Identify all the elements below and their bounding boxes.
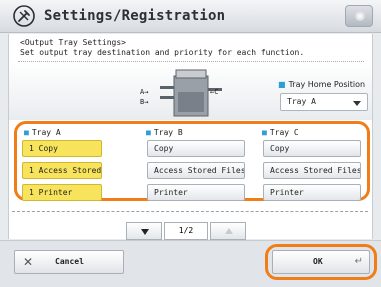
tray-home-position-value: Tray A: [287, 97, 316, 106]
chevron-down-icon: [353, 101, 361, 106]
arrow-up-icon: [225, 228, 233, 234]
wrench-gear-icon: [13, 5, 35, 27]
cancel-label: Cancel: [55, 257, 84, 266]
tray-a-access-stored-files-button[interactable]: 1 Access Stored Files: [22, 162, 102, 179]
help-button[interactable]: [345, 5, 373, 27]
tray-c-heading: ■ Tray C: [262, 128, 299, 137]
section-divider: [12, 211, 368, 212]
instructions-heading: <Output Tray Settings>: [20, 38, 126, 47]
title-bar: Settings/Registration: [0, 0, 381, 33]
page-title: Settings/Registration: [44, 8, 226, 24]
bullet-icon: ■: [24, 128, 29, 137]
arrow-down-icon: [141, 229, 149, 235]
help-icon: [355, 11, 365, 21]
tray-c-copy-button[interactable]: Copy: [263, 140, 361, 157]
instructions-body: Set output tray destination and priority…: [20, 48, 305, 57]
tray-c-marker: ←C: [210, 88, 219, 96]
cancel-button[interactable]: ✕ Cancel: [14, 250, 124, 274]
tray-home-position-label: ■ Tray Home Position: [278, 80, 366, 89]
screen: Settings/Registration <Output Tray Setti…: [0, 0, 381, 287]
page-down-button[interactable]: [126, 222, 162, 240]
tray-a-copy-button[interactable]: 1 Copy: [22, 140, 102, 157]
tray-b-copy-button[interactable]: Copy: [147, 140, 245, 157]
ok-button[interactable]: OK ↵: [272, 250, 370, 274]
bullet-icon: ■: [146, 128, 151, 137]
ok-label: OK: [313, 257, 323, 266]
tray-a-printer-button[interactable]: 1 Printer: [22, 184, 102, 201]
close-icon: ✕: [23, 255, 34, 269]
tray-c-printer-button[interactable]: Printer: [263, 184, 361, 201]
tray-a-marker: A→: [140, 88, 149, 96]
tray-b-heading: ■ Tray B: [146, 128, 183, 137]
tray-a-heading: ■ Tray A: [24, 128, 61, 137]
return-arrow-icon: ↵: [354, 256, 363, 267]
tray-b-printer-button[interactable]: Printer: [147, 184, 245, 201]
instructions-divider: [18, 61, 364, 62]
page-up-button[interactable]: [210, 222, 246, 240]
tray-home-position-select[interactable]: Tray A: [280, 93, 368, 111]
instructions: <Output Tray Settings> Set output tray d…: [20, 38, 304, 58]
tray-b-access-stored-files-button[interactable]: Access Stored Files: [147, 162, 245, 179]
page-indicator: 1/2: [164, 222, 208, 240]
bullet-icon: ■: [278, 80, 286, 89]
pagination: 1/2: [126, 222, 252, 240]
tray-c-access-stored-files-button[interactable]: Access Stored Files: [263, 162, 361, 179]
bullet-icon: ■: [262, 128, 267, 137]
tray-b-marker: B→: [140, 98, 149, 106]
